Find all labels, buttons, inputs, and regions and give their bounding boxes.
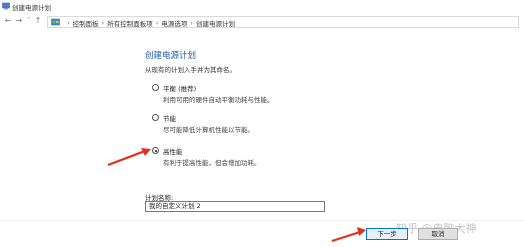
option-name: 平衡 (推荐) bbox=[163, 85, 197, 93]
page-subtitle: 从现有的计划入手并为其命名。 bbox=[145, 66, 236, 74]
option-description: 有利于提高性能，但会增加功耗。 bbox=[163, 159, 261, 167]
crumb-power-options[interactable]: 电源选项 bbox=[161, 18, 187, 28]
chevron-right-icon: › bbox=[67, 19, 70, 27]
page-title: 创建电源计划 bbox=[145, 51, 197, 61]
crumb-create-plan[interactable]: 创建电源计划 bbox=[196, 18, 235, 28]
crumb-control-panel[interactable]: 控制面板 bbox=[73, 18, 99, 28]
option-description: 尽可能降低计算机性能以节能。 bbox=[163, 126, 254, 134]
annotation-arrow-icon bbox=[107, 148, 151, 167]
chevron-right-icon: › bbox=[155, 19, 159, 27]
radio-power-saver[interactable] bbox=[152, 114, 159, 121]
radio-high-performance[interactable] bbox=[152, 147, 159, 154]
next-button[interactable]: 下一步 bbox=[366, 228, 408, 240]
plan-name-field[interactable]: 我的自定义计划 2 bbox=[145, 201, 325, 212]
chevron-right-icon: › bbox=[190, 19, 193, 27]
breadcrumb[interactable]: › 控制面板 › 所有控制面板项 › 电源选项 › 创建电源计划 bbox=[47, 16, 519, 28]
window-title: 创建电源计划 bbox=[12, 4, 51, 12]
title-bar: 创建电源计划 bbox=[0, 0, 524, 13]
back-arrow-icon[interactable]: ← bbox=[3, 16, 13, 26]
option-description: 利用可用的硬件自动平衡功耗与性能。 bbox=[163, 96, 274, 104]
address-bar: ← → ˅ ↑ › 控制面板 › 所有控制面板项 › 电源选项 › 创建电源计划 bbox=[0, 13, 524, 30]
option-name: 高性能 bbox=[163, 148, 183, 156]
radio-balanced[interactable] bbox=[152, 84, 159, 91]
forward-arrow-icon[interactable]: → bbox=[14, 16, 24, 26]
up-arrow-icon[interactable]: ↑ bbox=[33, 16, 43, 26]
crumb-all-items[interactable]: 所有控制面板项 bbox=[107, 18, 153, 28]
control-panel-icon bbox=[51, 18, 60, 26]
annotation-arrow-icon bbox=[331, 227, 366, 243]
cancel-button[interactable]: 取消 bbox=[418, 228, 458, 240]
chevron-right-icon: › bbox=[101, 19, 105, 27]
option-name: 节能 bbox=[163, 115, 176, 123]
power-options-icon bbox=[2, 2, 10, 10]
